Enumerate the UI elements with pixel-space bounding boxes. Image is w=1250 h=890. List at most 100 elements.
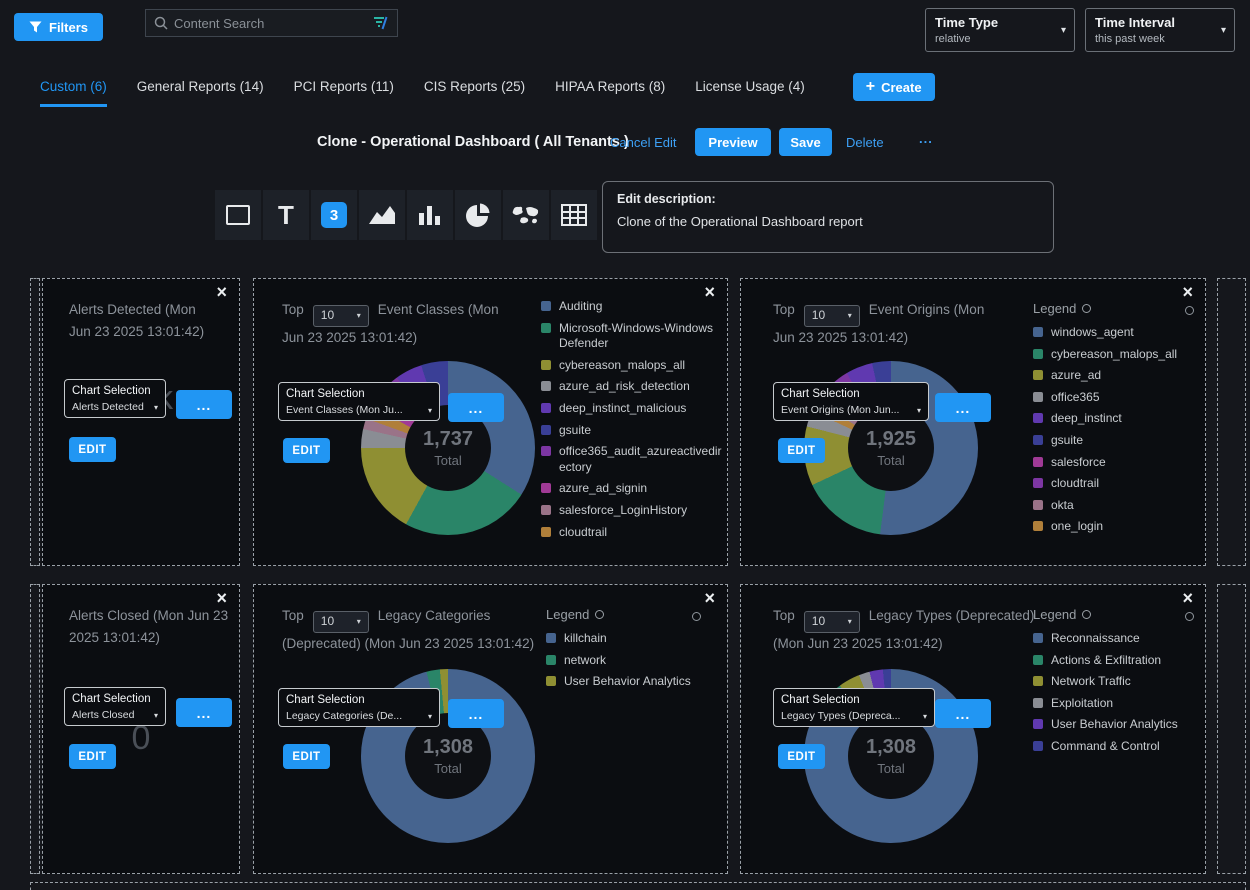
widget-more-button[interactable]: ... bbox=[935, 393, 991, 422]
legend-item[interactable]: Actions & Exfiltration bbox=[1033, 653, 1208, 669]
legend-item[interactable]: azure_ad bbox=[1033, 368, 1203, 384]
refresh-circle-icon[interactable] bbox=[1185, 612, 1194, 621]
refresh-circle-icon[interactable] bbox=[1185, 306, 1194, 315]
time-interval-select[interactable]: Time Interval this past week ▾ bbox=[1085, 8, 1235, 52]
chart-selection-dropdown[interactable]: Chart Selection Legacy Categories (De...… bbox=[278, 688, 440, 727]
tab-cis-reports[interactable]: CIS Reports (25) bbox=[424, 79, 525, 104]
search-input[interactable] bbox=[174, 16, 367, 31]
legend-item[interactable]: Microsoft-Windows-Windows Defender bbox=[541, 321, 727, 352]
tab-general-reports[interactable]: General Reports (14) bbox=[137, 79, 264, 104]
widget-more-button[interactable]: ... bbox=[448, 699, 504, 728]
legend-marker bbox=[1033, 719, 1043, 729]
legend-item[interactable]: office365_audit_azureactivedirectory bbox=[541, 444, 727, 475]
close-icon[interactable]: × bbox=[216, 283, 227, 301]
legend-item[interactable]: gsuite bbox=[541, 423, 727, 439]
widget-edit-button[interactable]: EDIT bbox=[778, 438, 825, 463]
legend-item[interactable]: User Behavior Analytics bbox=[1033, 717, 1208, 733]
refresh-circle-icon[interactable] bbox=[692, 612, 701, 621]
legend-item[interactable]: Exploitation bbox=[1033, 696, 1208, 712]
widget-edit-button[interactable]: EDIT bbox=[69, 437, 116, 462]
widget-edit-button[interactable]: EDIT bbox=[283, 744, 330, 769]
tab-hipaa-reports[interactable]: HIPAA Reports (8) bbox=[555, 79, 665, 104]
legend-item[interactable]: network bbox=[546, 653, 696, 669]
tab-pci-reports[interactable]: PCI Reports (11) bbox=[294, 79, 394, 104]
preview-button[interactable]: Preview bbox=[695, 128, 771, 156]
legend-item[interactable]: cybereason_malops_all bbox=[541, 358, 727, 374]
top-n-select[interactable]: 10▾ bbox=[804, 305, 860, 327]
more-actions-link[interactable]: ... bbox=[919, 131, 933, 146]
widget-alerts-closed: × Alerts Closed (Mon Jun 23 2025 13:01:4… bbox=[42, 584, 240, 874]
chart-selection-dropdown[interactable]: Chart Selection Event Classes (Mon Ju...… bbox=[278, 382, 440, 421]
chart-selection-dropdown[interactable]: Chart Selection Alerts Detected▾ bbox=[64, 379, 166, 418]
tab-custom[interactable]: Custom (6) bbox=[40, 79, 107, 107]
legend-item[interactable]: Command & Control bbox=[1033, 739, 1208, 755]
pie-chart-widget-button[interactable] bbox=[455, 190, 501, 240]
widget-more-button[interactable]: ... bbox=[935, 699, 991, 728]
legend-item[interactable]: User Behavior Analytics bbox=[546, 674, 696, 690]
widget-more-button[interactable]: ... bbox=[448, 393, 504, 422]
close-icon[interactable]: × bbox=[704, 283, 715, 301]
text-widget-button[interactable]: T bbox=[263, 190, 309, 240]
edit-description-box[interactable]: Edit description: Clone of the Operation… bbox=[602, 181, 1054, 253]
chart-selection-dropdown[interactable]: Chart Selection Alerts Closed▾ bbox=[64, 687, 166, 726]
legend-item[interactable]: azure_ad_risk_detection bbox=[541, 379, 727, 395]
legend-item[interactable]: Auditing bbox=[541, 299, 727, 315]
total-value: 1,308 bbox=[866, 736, 916, 759]
legend-marker bbox=[541, 301, 551, 311]
widget-edit-button[interactable]: EDIT bbox=[283, 438, 330, 463]
bar-chart-widget-button[interactable] bbox=[407, 190, 453, 240]
legend-item[interactable]: salesforce bbox=[1033, 455, 1203, 471]
top-label: Top bbox=[773, 302, 795, 317]
total-label: Total bbox=[434, 453, 461, 468]
legend-marker bbox=[1033, 633, 1043, 643]
total-label: Total bbox=[877, 453, 904, 468]
create-button[interactable]: + Create bbox=[853, 73, 935, 101]
table-widget-button[interactable] bbox=[551, 190, 597, 240]
top-n-select[interactable]: 10▾ bbox=[804, 611, 860, 633]
legend-item[interactable]: windows_agent bbox=[1033, 325, 1203, 341]
widget-edit-button[interactable]: EDIT bbox=[778, 744, 825, 769]
close-icon[interactable]: × bbox=[216, 589, 227, 607]
map-widget-button[interactable] bbox=[503, 190, 549, 240]
chart-selection-dropdown[interactable]: Chart Selection Legacy Types (Depreca...… bbox=[773, 688, 935, 727]
legend-item[interactable]: azure_ad_signin bbox=[541, 481, 727, 497]
top-n-select[interactable]: 10▾ bbox=[313, 611, 369, 633]
close-icon[interactable]: × bbox=[1182, 283, 1193, 301]
legend-item[interactable]: salesforce_LoginHistory bbox=[541, 503, 727, 519]
time-type-select[interactable]: Time Type relative ▾ bbox=[925, 8, 1075, 52]
legend-item[interactable]: cloudtrail bbox=[1033, 476, 1203, 492]
top-n-select[interactable]: 10▾ bbox=[313, 305, 369, 327]
legend-item[interactable]: cloudtrail bbox=[541, 525, 727, 541]
widget-edit-button[interactable]: EDIT bbox=[69, 744, 116, 769]
legend-item[interactable]: killchain bbox=[546, 631, 696, 647]
legend-item[interactable]: gsuite bbox=[1033, 433, 1203, 449]
legend-label: Network Traffic bbox=[1051, 674, 1131, 690]
grid-placeholder bbox=[30, 882, 1246, 890]
legend-item[interactable]: okta bbox=[1033, 498, 1203, 514]
legend-item[interactable]: Reconnaissance bbox=[1033, 631, 1208, 647]
delete-link[interactable]: Delete bbox=[846, 135, 884, 150]
legend-item[interactable]: deep_instinct bbox=[1033, 411, 1203, 427]
widget-more-button[interactable]: ... bbox=[176, 390, 232, 419]
legend-marker bbox=[546, 633, 556, 643]
filter-sort-icon[interactable] bbox=[373, 16, 389, 30]
cancel-edit-link[interactable]: Cancel Edit bbox=[610, 135, 676, 150]
line-chart-widget-button[interactable] bbox=[359, 190, 405, 240]
legend-item[interactable]: cybereason_malops_all bbox=[1033, 347, 1203, 363]
legend-item[interactable]: office365 bbox=[1033, 390, 1203, 406]
rectangle-widget-button[interactable] bbox=[215, 190, 261, 240]
save-button[interactable]: Save bbox=[779, 128, 832, 156]
tab-license-usage[interactable]: License Usage (4) bbox=[695, 79, 805, 104]
chart-selection-dropdown[interactable]: Chart Selection Event Origins (Mon Jun..… bbox=[773, 382, 929, 421]
chevron-down-icon: ▾ bbox=[154, 711, 158, 720]
filters-button[interactable]: Filters bbox=[14, 13, 103, 41]
widget-more-button[interactable]: ... bbox=[176, 698, 232, 727]
close-icon[interactable]: × bbox=[1182, 589, 1193, 607]
edit-description-text[interactable]: Clone of the Operational Dashboard repor… bbox=[617, 214, 1039, 229]
legend-marker bbox=[1033, 655, 1043, 665]
legend-item[interactable]: Network Traffic bbox=[1033, 674, 1208, 690]
legend-item[interactable]: one_login bbox=[1033, 519, 1203, 535]
number-widget-button[interactable]: 3 bbox=[311, 190, 357, 240]
legend-item[interactable]: deep_instinct_malicious bbox=[541, 401, 727, 417]
close-icon[interactable]: × bbox=[704, 589, 715, 607]
